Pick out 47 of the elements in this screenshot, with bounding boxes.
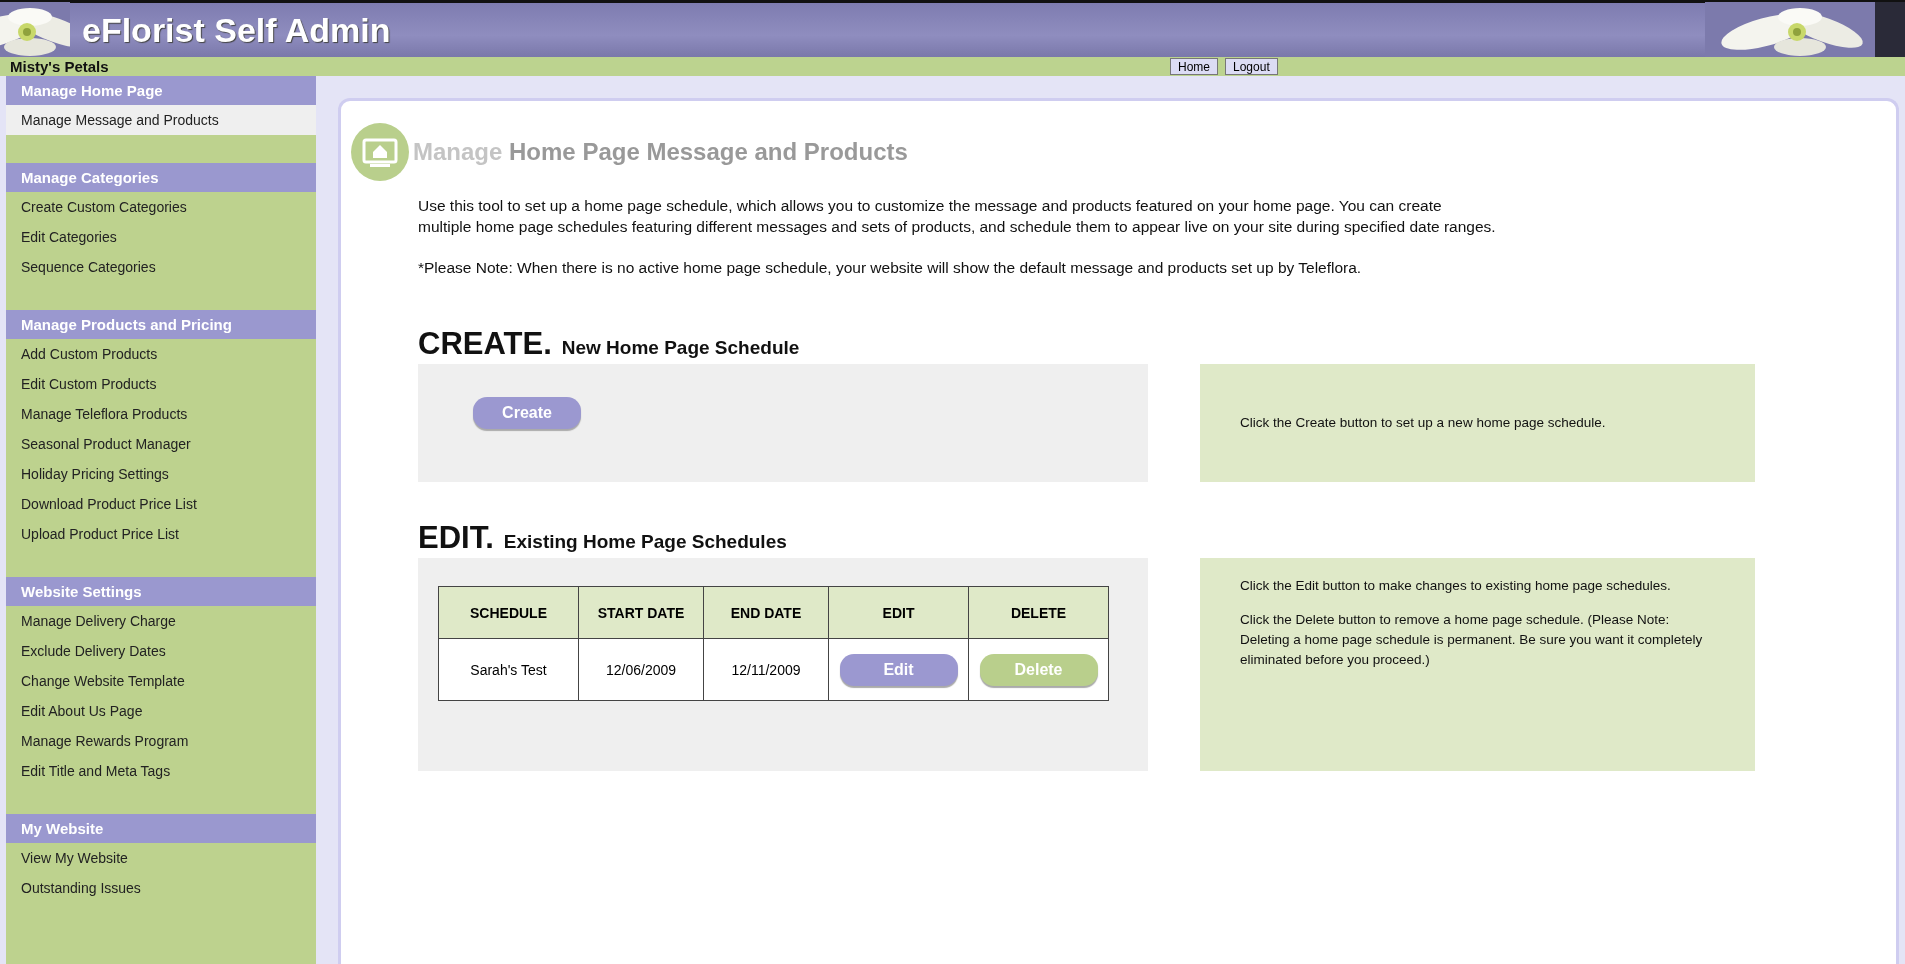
sidebar-item[interactable]: Upload Product Price List (6, 519, 316, 549)
sidebar-item[interactable]: Holiday Pricing Settings (6, 459, 316, 489)
nav-button[interactable]: Home (1170, 58, 1218, 75)
column-header: EDIT (828, 586, 969, 639)
help-text: Click the Delete button to remove a home page schedule. (Please Note: Deleting a home page schedule is permanent. Be sure you want it completely eliminated before you proceed.) (1240, 611, 1704, 669)
sidebar-heading: Website Settings (6, 577, 316, 606)
section-heading: EDIT. (418, 520, 494, 556)
help-text: Click the Edit button to make changes to existing home page schedules. (1240, 577, 1672, 595)
sidebar-item[interactable]: Sequence Categories (6, 252, 316, 282)
table-cell: Sarah's Test (438, 638, 579, 701)
column-header: END DATE (703, 586, 829, 639)
sidebar-item[interactable]: Edit Custom Products (6, 369, 316, 399)
sidebar-heading: Manage Categories (6, 163, 316, 192)
shop-name: Misty's Petals (10, 58, 109, 75)
sidebar-item[interactable]: Manage Delivery Charge (6, 606, 316, 636)
section-subheading: Existing Home Page Schedules (503, 531, 787, 553)
table-cell: 12/11/2009 (703, 638, 829, 701)
sidebar-item[interactable]: Exclude Delivery Dates (6, 636, 316, 666)
sidebar-item[interactable]: Edit Title and Meta Tags (6, 756, 316, 786)
section-heading: CREATE. (418, 326, 552, 362)
sidebar-item[interactable]: View My Website (6, 843, 316, 873)
column-header: START DATE (578, 586, 704, 639)
sidebar-item[interactable]: Manage Rewards Program (6, 726, 316, 756)
sidebar-item[interactable]: Seasonal Product Manager (6, 429, 316, 459)
sidebar-item[interactable]: Change Website Template (6, 666, 316, 696)
note-text: *Please Note: When there is no active home page schedule, your website will show the default message and products set up by Teleflora. (418, 258, 1363, 278)
help-text: Click the Create button to set up a new home page schedule. (1240, 414, 1607, 432)
monitor-home-icon (351, 123, 409, 181)
table-cell: 12/06/2009 (578, 638, 704, 701)
page-title: Manage Home Page Message and Products (413, 138, 908, 166)
sidebar-item[interactable]: Download Product Price List (6, 489, 316, 519)
sidebar-item[interactable]: Edit About Us Page (6, 696, 316, 726)
column-header: SCHEDULE (438, 586, 579, 639)
intro-text: Use this tool to set up a home page schedule, which allows you to customize the message and products featured on your home page. You can create multiple home page schedules featuring different messages and sets of products, and schedule them to appear live on your site during specified date ranges. (418, 196, 1497, 237)
sidebar-item[interactable]: Add Custom Products (6, 339, 316, 369)
sidebar-heading: Manage Home Page (6, 76, 316, 105)
sidebar-item[interactable]: Manage Teleflora Products (6, 399, 316, 429)
sidebar-heading: My Website (6, 814, 316, 843)
sidebar-heading: Manage Products and Pricing (6, 310, 316, 339)
column-header: DELETE (968, 586, 1109, 639)
sidebar-item[interactable]: Outstanding Issues (6, 873, 316, 903)
section-subheading: New Home Page Schedule (561, 337, 800, 359)
nav-button[interactable]: Logout (1225, 58, 1278, 75)
sidebar-item[interactable]: Edit Categories (6, 222, 316, 252)
app-title: eFlorist Self Admin (82, 10, 392, 50)
sidebar-item[interactable]: Manage Message and Products (6, 105, 316, 135)
sidebar-item[interactable]: Create Custom Categories (6, 192, 316, 222)
